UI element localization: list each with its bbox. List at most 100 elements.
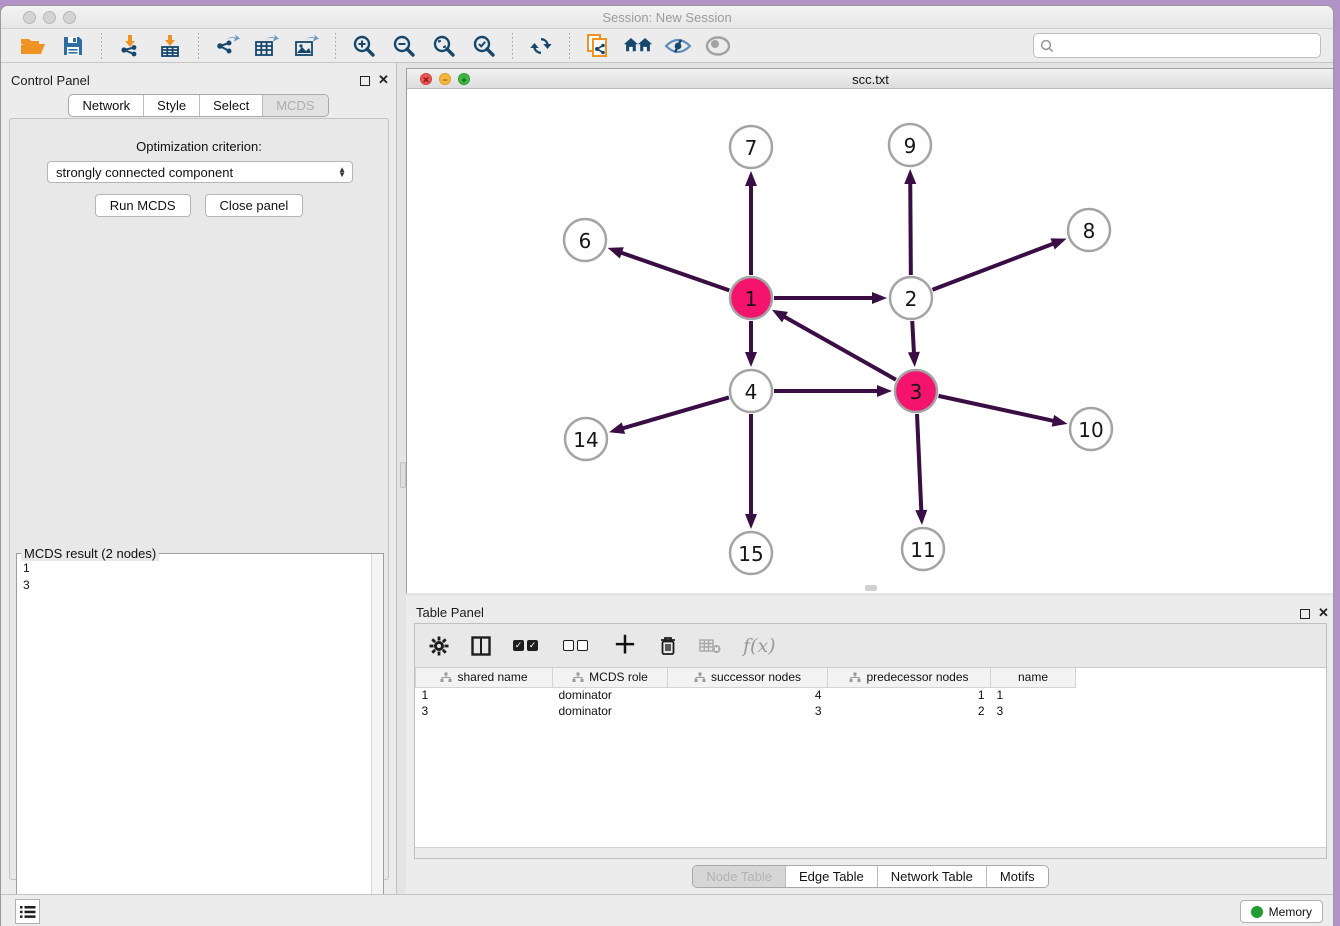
tab-style[interactable]: Style (143, 95, 199, 116)
graph-edge[interactable] (774, 385, 892, 397)
main-toolbar (1, 29, 1333, 63)
table-hscrollbar[interactable] (415, 847, 1326, 858)
float-table-panel-icon[interactable] (1300, 609, 1310, 619)
result-scrollbar[interactable] (371, 554, 383, 926)
tab-edge-table[interactable]: Edge Table (785, 866, 877, 887)
graph-node[interactable]: 2 (890, 277, 932, 319)
duplicate-network-icon[interactable] (583, 33, 613, 59)
function-builder-icon: f(x) (743, 633, 776, 659)
svg-text:2: 2 (905, 287, 918, 311)
hide-details-icon[interactable] (663, 33, 693, 59)
tab-motifs[interactable]: Motifs (986, 866, 1048, 887)
search-input[interactable] (1054, 38, 1314, 53)
graph-edge[interactable] (915, 414, 927, 525)
control-panel-tabs: Network Style Select MCDS (1, 94, 396, 117)
svg-text:10: 10 (1078, 418, 1103, 442)
graph-edge[interactable] (932, 238, 1066, 289)
graph-edge[interactable] (938, 396, 1067, 427)
column-header[interactable]: predecessor nodes (828, 668, 991, 687)
column-header[interactable]: shared name (416, 668, 553, 687)
cell-name[interactable]: 1 (991, 687, 1076, 703)
table-row[interactable]: 1 dominator 4 1 1 (416, 687, 1076, 703)
home-icon[interactable] (623, 33, 653, 59)
memory-status-icon (1251, 906, 1263, 918)
graph-node[interactable]: 10 (1070, 408, 1112, 450)
tab-node-table[interactable]: Node Table (693, 866, 785, 887)
gear-icon[interactable] (429, 633, 449, 659)
cell-mcds-role[interactable]: dominator (553, 687, 668, 703)
svg-text:1: 1 (745, 287, 758, 311)
cell-shared-name[interactable]: 1 (416, 687, 553, 703)
open-session-icon[interactable] (18, 33, 48, 59)
tab-network[interactable]: Network (69, 95, 143, 116)
cell-shared-name[interactable]: 3 (416, 703, 553, 719)
mcds-result-title: MCDS result (2 nodes) (21, 546, 159, 561)
cell-predecessor-nodes[interactable]: 2 (828, 703, 991, 719)
network-canvas[interactable]: 7 9 6 8 1 2 4 3 14 10 15 11 (407, 89, 1334, 593)
graph-edge[interactable] (609, 397, 729, 433)
optimization-criterion-select[interactable]: strongly connected component ▲▼ (47, 161, 353, 183)
memory-button[interactable]: Memory (1240, 900, 1323, 923)
export-image-icon[interactable] (292, 33, 322, 59)
graph-edge[interactable] (745, 414, 757, 529)
graph-node[interactable]: 15 (730, 532, 772, 574)
cell-successor-nodes[interactable]: 4 (668, 687, 828, 703)
graph-node[interactable]: 7 (730, 126, 772, 168)
graph-node[interactable]: 3 (895, 370, 937, 412)
graph-edge[interactable] (745, 321, 757, 367)
tab-network-table[interactable]: Network Table (877, 866, 986, 887)
graph-edge[interactable] (745, 171, 757, 275)
table-row[interactable]: 3 dominator 3 2 3 (416, 703, 1076, 719)
close-panel-icon[interactable]: ✕ (378, 73, 389, 87)
graph-node[interactable]: 8 (1068, 209, 1110, 251)
graph-edge[interactable] (772, 310, 896, 380)
splitter-grip[interactable] (400, 462, 406, 488)
checkbox-empty-icon (577, 640, 588, 651)
cell-successor-nodes[interactable]: 3 (668, 703, 828, 719)
save-session-icon[interactable] (58, 33, 88, 59)
column-header[interactable]: MCDS role (553, 668, 668, 687)
zoom-in-icon[interactable] (349, 33, 379, 59)
add-column-icon[interactable]: ＋ (613, 633, 637, 659)
cell-name[interactable]: 3 (991, 703, 1076, 719)
search-field[interactable] (1033, 33, 1321, 58)
graph-node[interactable]: 6 (564, 219, 606, 261)
graph-node[interactable]: 4 (730, 370, 772, 412)
tab-mcds[interactable]: MCDS (262, 95, 327, 116)
split-columns-icon[interactable] (471, 633, 491, 659)
optimization-criterion-value: strongly connected component (56, 165, 233, 180)
cell-mcds-role[interactable]: dominator (553, 703, 668, 719)
graph-node[interactable]: 9 (889, 124, 931, 166)
cell-predecessor-nodes[interactable]: 1 (828, 687, 991, 703)
node-table: shared name MCDS role successor nodes pr… (415, 668, 1076, 719)
select-all-icon[interactable]: ✓✓ (513, 633, 541, 659)
refresh-icon[interactable] (526, 33, 556, 59)
column-header[interactable]: successor nodes (668, 668, 828, 687)
export-network-icon[interactable] (212, 33, 242, 59)
close-table-panel-icon[interactable]: ✕ (1318, 606, 1329, 620)
delete-column-icon[interactable] (659, 633, 677, 659)
graph-node[interactable]: 11 (902, 528, 944, 570)
close-panel-button[interactable]: Close panel (205, 194, 304, 217)
graph-edge[interactable] (774, 292, 887, 304)
graph-node[interactable]: 14 (565, 418, 607, 460)
zoom-out-icon[interactable] (389, 33, 419, 59)
search-icon (1040, 39, 1054, 53)
tab-select[interactable]: Select (199, 95, 262, 116)
import-table-icon[interactable] (155, 33, 185, 59)
graph-edge[interactable] (908, 321, 920, 367)
graph-edge[interactable] (608, 247, 730, 290)
table-header-row: shared name MCDS role successor nodes pr… (416, 668, 1076, 687)
float-panel-icon[interactable] (360, 76, 370, 86)
zoom-fit-icon[interactable] (429, 33, 459, 59)
zoom-selected-icon[interactable] (469, 33, 499, 59)
graph-edge[interactable] (904, 169, 916, 275)
deselect-all-icon[interactable] (563, 633, 591, 659)
canvas-hscrollbar[interactable] (865, 585, 877, 591)
task-history-button[interactable] (15, 899, 40, 924)
column-header[interactable]: name (991, 668, 1076, 687)
import-network-icon[interactable] (115, 33, 145, 59)
export-table-icon[interactable] (252, 33, 282, 59)
graph-node[interactable]: 1 (730, 277, 772, 319)
run-mcds-button[interactable]: Run MCDS (95, 194, 191, 217)
